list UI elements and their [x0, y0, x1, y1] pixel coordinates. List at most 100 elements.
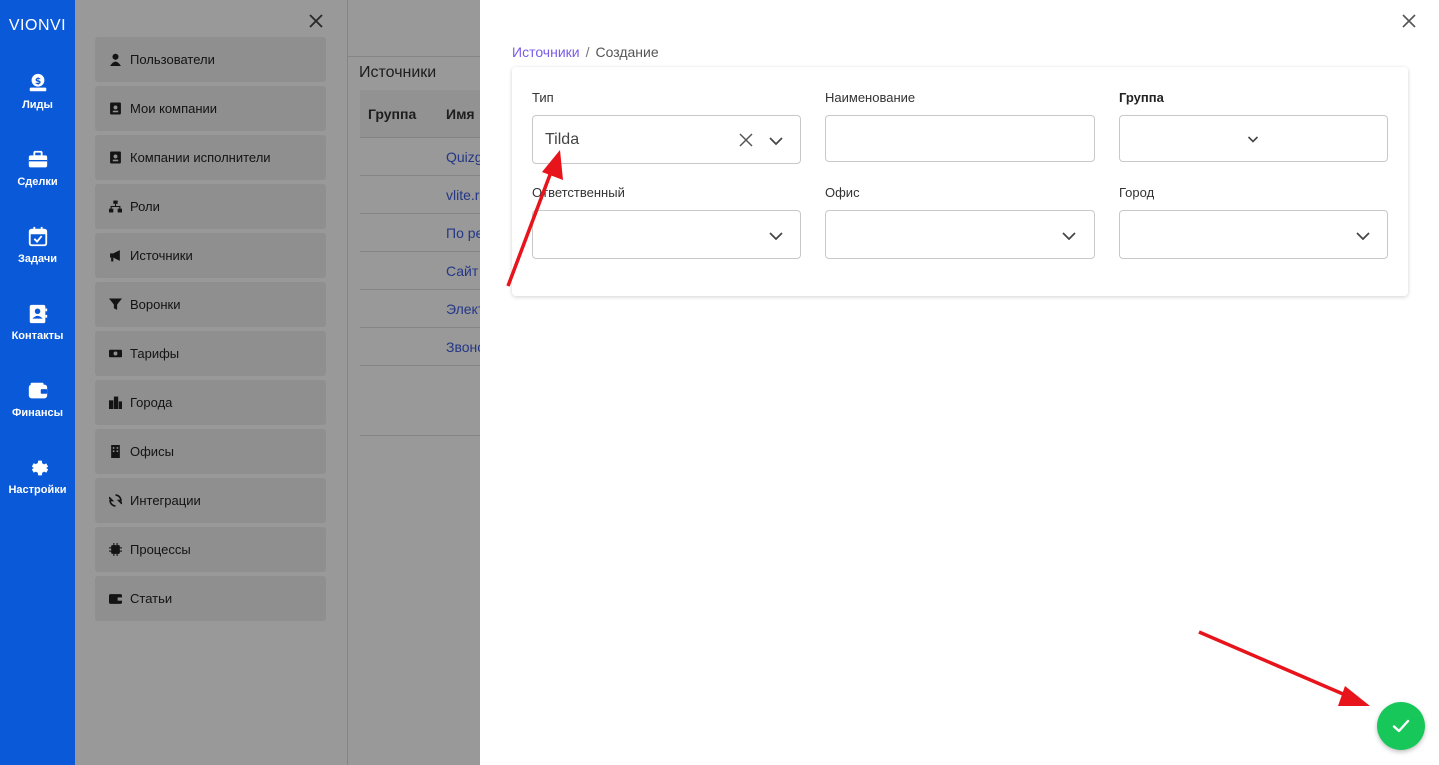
city-label: Город — [1119, 185, 1155, 200]
group-select[interactable] — [1119, 115, 1388, 162]
city-select[interactable] — [1119, 210, 1388, 259]
column-header-name[interactable]: Имя — [446, 106, 475, 122]
checkmark-icon — [1392, 719, 1410, 733]
main-nav-rail: VIONVI $ Лиды Сделки Задачи Контакты Фин… — [0, 0, 75, 765]
table-row[interactable]: Элект — [360, 290, 480, 328]
menu-item-label: Воронки — [130, 297, 181, 312]
responsible-select[interactable] — [532, 210, 801, 259]
briefcase-icon — [28, 150, 47, 168]
row-name-link[interactable]: Звоно — [446, 339, 480, 355]
clear-icon[interactable] — [738, 132, 754, 148]
menu-item-articles[interactable]: Статьи — [95, 576, 326, 621]
group-label: Группа — [1119, 90, 1164, 105]
close-icon[interactable] — [307, 12, 325, 30]
office-select[interactable] — [825, 210, 1095, 259]
menu-item-funnels[interactable]: Воронки — [95, 282, 326, 327]
chevron-down-icon — [1062, 232, 1076, 241]
menu-item-contractor-companies[interactable]: Компании исполнители — [95, 135, 326, 180]
name-input[interactable] — [825, 115, 1095, 162]
settings-background: Пользователи Мои компании Компании испол… — [75, 0, 480, 765]
close-icon[interactable] — [1400, 12, 1418, 30]
menu-item-label: Роли — [130, 199, 160, 214]
menu-item-label: Компании исполнители — [130, 150, 271, 165]
menu-item-processes[interactable]: Процессы — [95, 527, 326, 572]
table-header: Группа Имя — [360, 90, 480, 138]
row-name-link[interactable]: Элект — [446, 301, 480, 317]
settings-menu: Пользователи Мои компании Компании испол… — [75, 0, 348, 765]
nav-label: Лиды — [22, 99, 53, 111]
menu-item-sources[interactable]: Источники — [95, 233, 326, 278]
menu-item-label: Статьи — [130, 591, 173, 606]
list-title: Источники — [359, 64, 437, 81]
row-name-link[interactable]: По ре — [446, 225, 480, 241]
wallet-icon — [28, 382, 47, 399]
menu-item-label: Интеграции — [130, 493, 201, 508]
name-label: Наименование — [825, 90, 916, 105]
nav-label: Сделки — [17, 176, 58, 188]
nav-label: Контакты — [11, 330, 64, 342]
menu-item-label: Процессы — [130, 542, 191, 557]
nav-item-settings[interactable]: Настройки — [0, 457, 75, 496]
nav-item-deals[interactable]: Сделки — [0, 149, 75, 188]
nav-item-finance[interactable]: Финансы — [0, 380, 75, 419]
menu-item-integrations[interactable]: Интеграции — [95, 478, 326, 523]
sitemap-icon — [109, 200, 122, 213]
row-name-link[interactable]: Сайт — [446, 263, 478, 279]
contact-book-icon — [29, 304, 47, 324]
table-row[interactable]: Quizg — [360, 138, 480, 176]
type-label: Тип — [532, 90, 554, 105]
menu-item-label: Пользователи — [130, 52, 215, 67]
office-label: Офис — [825, 185, 860, 200]
menu-item-label: Мои компании — [130, 101, 218, 116]
nav-label: Задачи — [18, 253, 57, 265]
breadcrumb-parent-link[interactable]: Источники — [512, 44, 580, 60]
table-row[interactable]: vlite.r — [360, 176, 480, 214]
id-card-icon — [110, 102, 121, 115]
table-row[interactable]: По ре — [360, 214, 480, 252]
bullhorn-icon — [110, 250, 120, 262]
nav-item-tasks[interactable]: Задачи — [0, 226, 75, 265]
column-header-group[interactable]: Группа — [368, 106, 416, 122]
gear-icon — [31, 460, 48, 476]
table-row[interactable]: Сайт — [360, 252, 480, 290]
chevron-down-icon — [769, 137, 783, 146]
app-logo[interactable]: VIONVI — [0, 17, 75, 35]
building-icon — [111, 445, 120, 458]
sync-icon — [109, 494, 122, 507]
chevron-down-icon — [1247, 136, 1259, 143]
chip-icon — [109, 543, 122, 556]
breadcrumb: Источники / Создание — [512, 44, 659, 60]
menu-item-roles[interactable]: Роли — [95, 184, 326, 229]
nav-label: Финансы — [11, 407, 64, 419]
type-select-value: Tilda — [545, 131, 580, 148]
menu-item-label: Города — [130, 395, 173, 410]
type-select[interactable]: Tilda — [532, 115, 801, 164]
menu-item-users[interactable]: Пользователи — [95, 37, 326, 82]
menu-item-label: Тарифы — [130, 346, 180, 361]
menu-item-offices[interactable]: Офисы — [95, 429, 326, 474]
menu-item-cities[interactable]: Города — [95, 380, 326, 425]
calendar-check-icon — [28, 226, 47, 247]
nav-item-leads[interactable]: $ Лиды — [0, 72, 75, 111]
row-name-link[interactable]: vlite.r — [446, 187, 479, 203]
money-bill-icon — [109, 349, 122, 358]
funnel-icon — [109, 298, 122, 310]
table-empty-row — [360, 366, 480, 436]
breadcrumb-separator: / — [585, 44, 590, 60]
responsible-label: Ответственный — [532, 185, 625, 200]
source-form: Тип Tilda Наименование Группа Ответствен… — [512, 67, 1408, 296]
sources-list: Источники Группа Имя Quizg vlite.r По ре… — [348, 0, 480, 765]
menu-item-tariffs[interactable]: Тарифы — [95, 331, 326, 376]
city-icon — [109, 396, 122, 409]
save-button[interactable] — [1377, 702, 1425, 750]
user-icon — [110, 53, 121, 66]
table-row[interactable]: Звоно — [360, 328, 480, 366]
chevron-down-icon — [1356, 232, 1370, 241]
nav-item-contacts[interactable]: Контакты — [0, 303, 75, 342]
id-card-icon — [110, 151, 121, 164]
menu-item-my-companies[interactable]: Мои компании — [95, 86, 326, 131]
menu-item-label: Офисы — [130, 444, 174, 459]
menu-item-label: Источники — [130, 248, 193, 263]
breadcrumb-current: Создание — [595, 44, 659, 60]
row-name-link[interactable]: Quizg — [446, 149, 480, 165]
